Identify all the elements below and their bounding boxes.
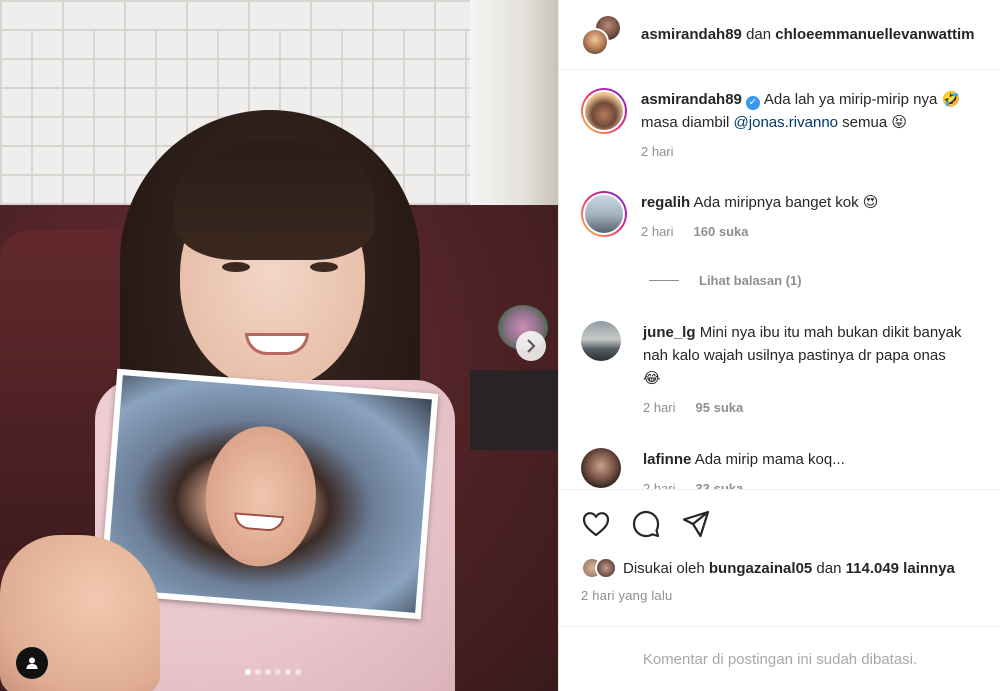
comment-text: Mini nya ibu itu mah bukan dikit banyak <box>699 324 962 341</box>
comment-time[interactable]: 2 hari <box>643 400 676 415</box>
carousel-dots <box>245 669 301 675</box>
post-header: asmirandah89 dan chloeemmanuellevanwatti… <box>559 0 1000 70</box>
comments-list: asmirandah89 ✓ Ada lah ya mirip-mirip nya … <box>559 71 1000 489</box>
comment-likes[interactable]: 95 suka <box>696 400 744 415</box>
post-actions <box>559 489 1000 557</box>
post-sidebar: asmirandah89 dan chloeemmanuellevanwatti… <box>558 0 1000 691</box>
avatar[interactable] <box>581 191 627 237</box>
avatar[interactable] <box>581 27 609 56</box>
share-button[interactable] <box>681 509 711 539</box>
carousel-dot <box>295 669 301 675</box>
comment-likes[interactable]: 160 suka <box>694 224 749 239</box>
liker-username[interactable]: bungazainal05 <box>709 560 812 577</box>
likes-count[interactable]: 114.049 lainnya <box>846 560 955 577</box>
avatar[interactable] <box>581 88 627 134</box>
share-icon <box>682 510 710 537</box>
author-username[interactable]: asmirandah89 <box>641 26 742 43</box>
comment-item: lafinne Ada mirip mama koq... 2 hari 33 s… <box>581 448 1000 489</box>
coauthor-username[interactable]: chloeemmanuellevanwattim <box>775 26 974 43</box>
user-tag-button[interactable] <box>16 647 48 679</box>
caption: asmirandah89 ✓ Ada lah ya mirip-mirip nya … <box>581 88 1000 159</box>
user-tag-icon <box>26 657 38 669</box>
comment-time[interactable]: 2 hari <box>643 481 676 489</box>
comment-time[interactable]: 2 hari <box>641 224 674 239</box>
comment-text: Ada miripnya banget kok 😍 <box>693 194 879 211</box>
avatar[interactable] <box>595 557 617 579</box>
comment-likes[interactable]: 33 suka <box>696 481 744 489</box>
next-slide-button[interactable] <box>516 331 546 361</box>
comment-username[interactable]: june_lg <box>643 324 696 341</box>
comment-item: june_lg Mini nya ibu itu mah bukan dikit… <box>581 321 1000 415</box>
mention-link[interactable]: @jonas.rivanno <box>734 114 838 131</box>
author-avatars[interactable] <box>581 13 623 56</box>
comment-text: Ada mirip mama koq... <box>694 451 845 468</box>
carousel-dot <box>285 669 291 675</box>
like-button[interactable] <box>581 509 611 539</box>
post-authors: asmirandah89 dan chloeemmanuellevanwatti… <box>641 26 975 43</box>
comment-icon <box>632 510 660 537</box>
comment-username[interactable]: lafinne <box>643 451 691 468</box>
comment-text: Ada lah ya mirip-mirip nya 🤣 <box>763 91 961 108</box>
chevron-right-icon <box>527 339 536 353</box>
post-timestamp[interactable]: 2 hari yang lalu <box>581 588 672 603</box>
comment-username[interactable]: regalih <box>641 194 690 211</box>
carousel-dot <box>275 669 281 675</box>
carousel-dot <box>265 669 271 675</box>
heart-icon <box>582 511 610 536</box>
avatar[interactable] <box>581 321 621 361</box>
post-media[interactable] <box>0 0 558 691</box>
comment-username[interactable]: asmirandah89 <box>641 91 742 108</box>
carousel-dot <box>245 669 251 675</box>
verified-badge-icon: ✓ <box>745 95 760 110</box>
comment-item: regalih Ada miripnya banget kok 😍 2 hari… <box>581 191 1000 239</box>
avatar[interactable] <box>581 448 621 488</box>
comments-limited-notice: Komentar di postingan ini sudah dibatasi… <box>559 626 1000 691</box>
view-replies-button[interactable]: Lihat balasan (1) <box>649 273 802 288</box>
likes-summary: Disukai oleh bungazainal05 dan 114.049 l… <box>581 557 955 579</box>
comment-time[interactable]: 2 hari <box>641 144 674 159</box>
carousel-dot <box>255 669 261 675</box>
comment-button[interactable] <box>631 509 661 539</box>
